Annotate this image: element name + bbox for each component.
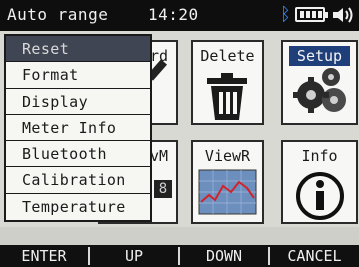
- graph-icon: [198, 169, 257, 215]
- battery-icon: [295, 7, 328, 22]
- softkey-bar: ENTER UP DOWN CANCEL: [0, 245, 359, 267]
- info-icon: [296, 172, 344, 220]
- menu-item-temperature[interactable]: Temperature: [6, 194, 150, 220]
- viewr-tile[interactable]: ViewR: [191, 140, 264, 224]
- meter-screen: Auto range 14:20 ᛒ rd Delete Setup vM 8 …: [0, 0, 359, 267]
- bluetooth-icon: ᛒ: [280, 4, 291, 25]
- menu-item-reset[interactable]: Reset: [6, 36, 150, 63]
- status-bar: Auto range 14:20 ᛒ: [0, 0, 359, 31]
- menu-item-format[interactable]: Format: [6, 62, 150, 89]
- setup-tile[interactable]: Setup: [281, 40, 358, 125]
- gears-icon: [293, 68, 346, 113]
- menu-item-bluetooth[interactable]: Bluetooth: [6, 141, 150, 168]
- cancel-button[interactable]: CANCEL: [270, 245, 359, 267]
- bottom-gap: [0, 227, 359, 245]
- viewm-value-display: 8: [154, 180, 172, 198]
- menu-item-meter-info[interactable]: Meter Info: [6, 115, 150, 142]
- clock-label: 14:20: [148, 5, 199, 24]
- setup-menu: Reset Format Display Meter Info Bluetoot…: [4, 34, 152, 223]
- speaker-icon: [333, 7, 353, 23]
- up-button[interactable]: UP: [90, 245, 178, 267]
- trash-icon: [207, 73, 247, 120]
- range-mode-label: Auto range: [7, 5, 109, 24]
- down-button[interactable]: DOWN: [180, 245, 268, 267]
- enter-button[interactable]: ENTER: [0, 245, 88, 267]
- delete-tile[interactable]: Delete: [191, 40, 264, 125]
- info-tile[interactable]: Info: [281, 140, 358, 224]
- menu-item-display[interactable]: Display: [6, 89, 150, 115]
- menu-item-calibration[interactable]: Calibration: [6, 167, 150, 194]
